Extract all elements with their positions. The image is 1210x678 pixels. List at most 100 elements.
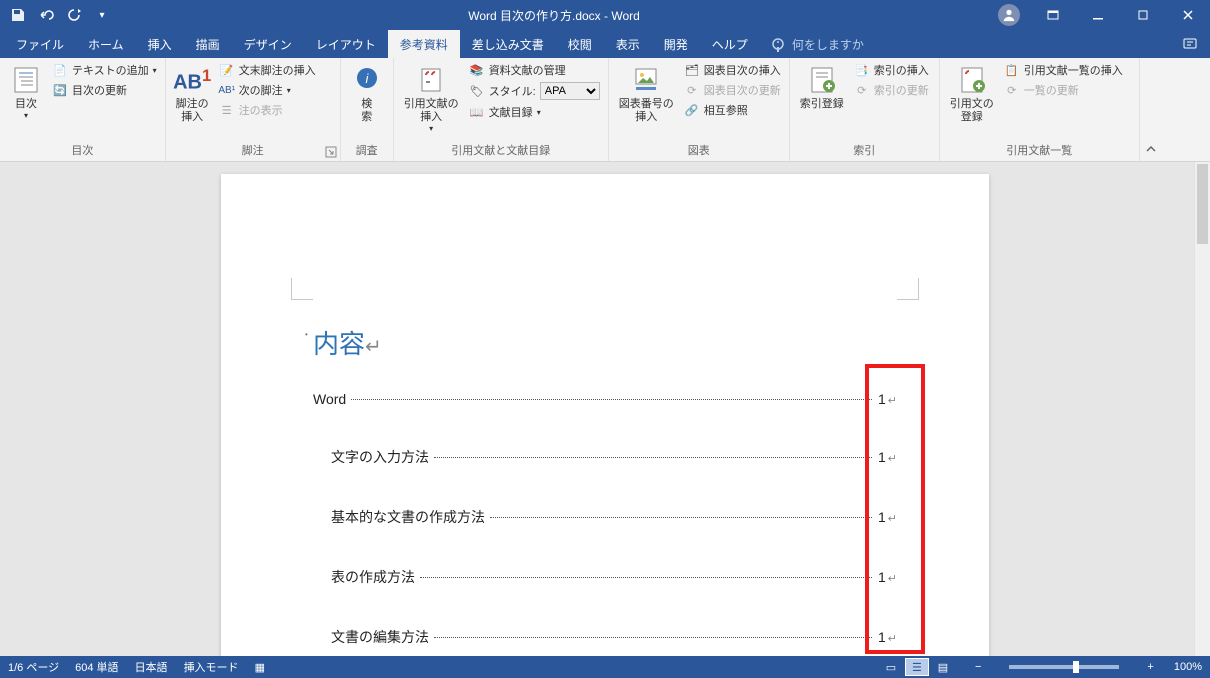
add-text-button[interactable]: 📄テキストの追加▾	[48, 60, 161, 80]
minimize-button[interactable]	[1075, 0, 1120, 30]
toc-entry[interactable]: 文書の編集方法1↵	[313, 627, 897, 647]
quick-access-toolbar: ▾	[0, 3, 120, 27]
word-count[interactable]: 604 単語	[75, 659, 118, 675]
insert-authorities-button[interactable]: 📋引用文献一覧の挿入	[1000, 60, 1127, 80]
tab-開発[interactable]: 開発	[652, 30, 700, 58]
zoom-in-button[interactable]: +	[1143, 661, 1157, 673]
insert-endnote-button[interactable]: 📝文末脚注の挿入	[215, 60, 320, 80]
toc-leader-dots	[434, 457, 872, 458]
toc-entry-page: 1	[874, 569, 886, 585]
page-count[interactable]: 1/6 ページ	[8, 659, 59, 675]
document-area[interactable]: • 内容↵ Word1↵文字の入力方法1↵基本的な文書の作成方法1↵表の作成方法…	[0, 162, 1210, 656]
tab-ヘルプ[interactable]: ヘルプ	[700, 30, 760, 58]
tab-ホーム[interactable]: ホーム	[76, 30, 136, 58]
paragraph-mark-icon: ↵	[888, 452, 897, 465]
vertical-scrollbar[interactable]	[1194, 162, 1210, 656]
update-toc-button[interactable]: 🔄目次の更新	[48, 80, 161, 100]
undo-button[interactable]	[34, 3, 58, 27]
paragraph-mark-icon: ↵	[888, 512, 897, 525]
close-button[interactable]	[1165, 0, 1210, 30]
mark-index-icon	[806, 64, 838, 96]
group-label-citations: 引用文献と文献目録	[398, 140, 604, 161]
style-dropdown[interactable]: APA	[540, 82, 600, 100]
ribbon: 目次 ▾ 📄テキストの追加▾ 🔄目次の更新 目次 AB1 脚注の 挿入 📝文末脚…	[0, 58, 1210, 162]
zoom-out-button[interactable]: −	[971, 661, 985, 673]
add-text-icon: 📄	[52, 62, 68, 78]
group-label-authorities: 引用文献一覧	[944, 140, 1135, 161]
mark-citation-icon	[956, 64, 988, 96]
toc-leader-dots	[351, 399, 872, 400]
toc-entry-text: 文書の編集方法	[331, 627, 432, 647]
bibliography-button[interactable]: 📖文献目録▾	[465, 102, 604, 122]
paragraph-mark-icon: ↵	[888, 572, 897, 585]
tell-me-search[interactable]: 何をしますか	[760, 30, 874, 58]
toc-heading[interactable]: 内容↵	[313, 324, 897, 361]
tell-me-placeholder: 何をしますか	[792, 36, 864, 53]
insert-figtable-button[interactable]: 🗂図表目次の挿入	[680, 60, 785, 80]
tab-参考資料[interactable]: 参考資料	[388, 30, 460, 58]
zoom-handle[interactable]	[1073, 661, 1079, 673]
save-button[interactable]	[6, 3, 30, 27]
qat-customize-button[interactable]: ▾	[90, 3, 114, 27]
smart-lookup-button[interactable]: i 検 索	[345, 60, 389, 124]
tab-描画[interactable]: 描画	[184, 30, 232, 58]
toc-entry[interactable]: Word1↵	[313, 391, 897, 407]
group-label-captions: 図表	[613, 140, 785, 161]
toc-icon	[10, 64, 42, 96]
toc-entry[interactable]: 文字の入力方法1↵	[313, 447, 897, 467]
group-authorities: 引用文の 登録 📋引用文献一覧の挿入 ⟳一覧の更新 引用文献一覧	[940, 58, 1140, 161]
web-layout-button[interactable]: ▤	[931, 658, 955, 676]
update2-icon: ⟳	[684, 82, 700, 98]
mark-index-button[interactable]: 索引登録	[794, 60, 850, 111]
update-index-button: ⟳索引の更新	[850, 80, 933, 100]
next-footnote-button[interactable]: AB¹次の脚注▾	[215, 80, 320, 100]
manage-sources-button[interactable]: 📚資料文献の管理	[465, 60, 604, 80]
insert-index-button[interactable]: 📑索引の挿入	[850, 60, 933, 80]
cross-reference-button[interactable]: 🔗相互参照	[680, 100, 785, 120]
tab-デザイン[interactable]: デザイン	[232, 30, 304, 58]
toc-button[interactable]: 目次 ▾	[4, 60, 48, 121]
insert-footnote-button[interactable]: AB1 脚注の 挿入	[170, 60, 215, 124]
tab-挿入[interactable]: 挿入	[136, 30, 184, 58]
tab-ファイル[interactable]: ファイル	[4, 30, 76, 58]
ribbon-display-button[interactable]	[1030, 0, 1075, 30]
print-layout-button[interactable]: ☰	[905, 658, 929, 676]
insert-caption-button[interactable]: 図表番号の 挿入	[613, 60, 680, 124]
page[interactable]: • 内容↵ Word1↵文字の入力方法1↵基本的な文書の作成方法1↵表の作成方法…	[221, 174, 989, 656]
tab-レイアウト[interactable]: レイアウト	[304, 30, 388, 58]
account-avatar[interactable]	[998, 4, 1020, 26]
insert-index-icon: 📑	[854, 62, 870, 78]
show-notes-button: ☰注の表示	[215, 100, 320, 120]
language[interactable]: 日本語	[135, 659, 168, 675]
window-title: Word 目次の作り方.docx - Word	[120, 7, 988, 24]
tab-差し込み文書[interactable]: 差し込み文書	[460, 30, 556, 58]
zoom-level[interactable]: 100%	[1174, 661, 1202, 673]
group-index: 索引登録 📑索引の挿入 ⟳索引の更新 索引	[790, 58, 940, 161]
tab-校閲[interactable]: 校閲	[556, 30, 604, 58]
collapse-ribbon-button[interactable]	[1140, 58, 1162, 161]
maximize-button[interactable]	[1120, 0, 1165, 30]
citation-style-select[interactable]: 🏷スタイル:APA	[465, 80, 604, 102]
tab-表示[interactable]: 表示	[604, 30, 652, 58]
toc-entry[interactable]: 基本的な文書の作成方法1↵	[313, 507, 897, 527]
footnotes-dialog-launcher[interactable]	[325, 146, 337, 158]
macro-icon[interactable]: ▦	[255, 661, 265, 674]
toc-leader-dots	[434, 637, 872, 638]
share-button[interactable]	[1170, 30, 1210, 58]
insert-citation-button[interactable]: 引用文献の 挿入▾	[398, 60, 465, 134]
toc-entry-page: 1	[874, 509, 886, 525]
update-index-icon: ⟳	[854, 82, 870, 98]
insert-mode[interactable]: 挿入モード	[184, 659, 239, 675]
toc-entry-text: 文字の入力方法	[331, 447, 432, 467]
redo-button[interactable]	[62, 3, 86, 27]
read-mode-button[interactable]: ▭	[879, 658, 903, 676]
toc-entry[interactable]: 表の作成方法1↵	[313, 567, 897, 587]
view-buttons: ▭ ☰ ▤	[879, 658, 955, 676]
scroll-thumb[interactable]	[1197, 164, 1208, 244]
mark-citation-button[interactable]: 引用文の 登録	[944, 60, 1000, 124]
update-authorities-button: ⟳一覧の更新	[1000, 80, 1127, 100]
document-content[interactable]: 内容↵ Word1↵文字の入力方法1↵基本的な文書の作成方法1↵表の作成方法1↵…	[313, 324, 897, 656]
group-label-toc: 目次	[4, 140, 161, 161]
title-bar: ▾ Word 目次の作り方.docx - Word	[0, 0, 1210, 30]
zoom-slider[interactable]	[1009, 665, 1119, 669]
